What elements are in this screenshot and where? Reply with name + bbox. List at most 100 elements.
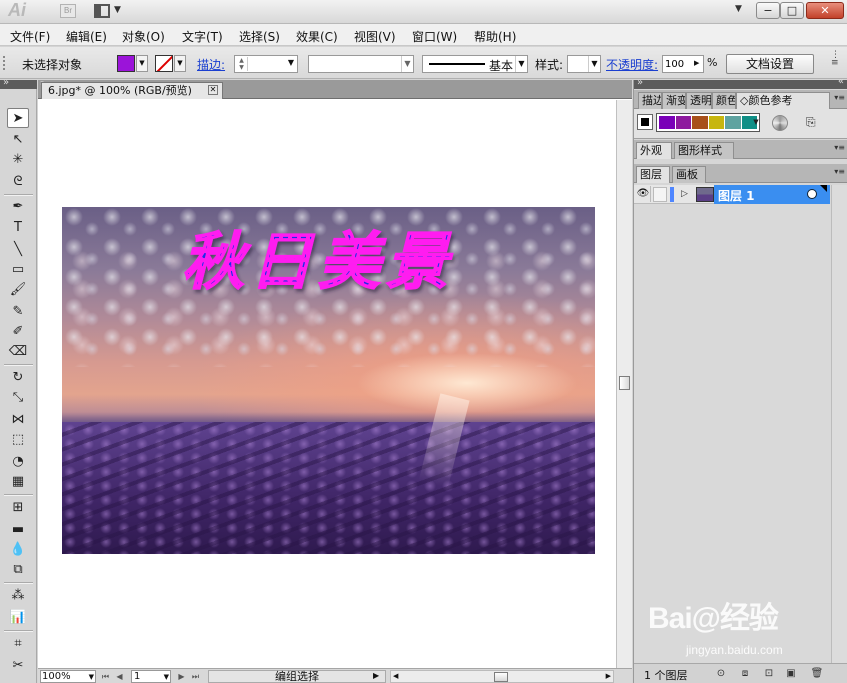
shape-builder-tool-icon[interactable]: ◔	[7, 452, 29, 472]
menu-help[interactable]: 帮助(H)	[474, 28, 516, 45]
layer-name-cell[interactable]: 图层 1	[714, 185, 830, 204]
symbol-sprayer-tool-icon[interactable]: ⁂	[7, 586, 29, 606]
eyedropper-tool-icon[interactable]: 💧	[7, 540, 29, 560]
tab-color[interactable]: 颜色	[712, 92, 736, 109]
create-new-layer-icon[interactable]: ▣	[784, 667, 798, 680]
width-tool-icon[interactable]: ⋈	[7, 410, 29, 430]
menu-type[interactable]: 文字(T)	[182, 28, 223, 45]
menu-file[interactable]: 文件(F)	[10, 28, 50, 45]
type-tool-icon[interactable]: T	[7, 218, 29, 238]
lasso-tool-icon[interactable]: ᘓ	[7, 172, 29, 192]
target-circle-icon[interactable]	[807, 189, 817, 199]
variable-width-profile-select[interactable]: ▼	[308, 55, 414, 73]
chevron-down-icon[interactable]: ▼	[588, 56, 600, 72]
canvas[interactable]: 秋日美景	[38, 100, 616, 668]
horizontal-scroll-thumb[interactable]	[494, 672, 508, 682]
maximize-button[interactable]: □	[780, 2, 804, 19]
pencil-tool-icon[interactable]: ✎	[7, 302, 29, 322]
minimize-button[interactable]: −	[756, 2, 780, 19]
layers-scrollbar[interactable]	[831, 185, 847, 663]
free-transform-tool-icon[interactable]: ⬚	[7, 430, 29, 450]
stroke-panel-link[interactable]: 描边:	[197, 56, 225, 73]
chevron-down-icon[interactable]: ▼	[515, 56, 527, 72]
menu-view[interactable]: 视图(V)	[354, 28, 396, 45]
panel-menu-icon[interactable]: ▾≡	[834, 168, 845, 176]
harmony-swatch[interactable]	[692, 116, 708, 129]
workspace-switcher-button[interactable]: ▼	[735, 4, 742, 14]
paintbrush-tool-icon[interactable]: 🖌	[7, 280, 29, 300]
trash-icon[interactable]: 🗑	[810, 667, 824, 680]
panel-dock-header[interactable]: «	[634, 76, 847, 89]
stroke-color-swatch[interactable]	[155, 55, 173, 72]
blend-tool-icon[interactable]: ⧉	[7, 560, 29, 580]
tab-graphic-styles[interactable]: 图形样式	[674, 142, 734, 159]
opacity-slider-button[interactable]: ▶	[694, 59, 699, 67]
document-tab[interactable]: 6.jpg* @ 100% (RGB/预览) ✕	[41, 82, 223, 99]
brush-definition-select[interactable]: 基本 ▼	[422, 55, 528, 73]
eraser-tool-icon[interactable]: ⌫	[7, 342, 29, 362]
status-menu[interactable]: 编组选择	[208, 670, 386, 683]
fill-color-swatch[interactable]	[117, 55, 135, 72]
status-menu-arrow-icon[interactable]: ▶	[373, 671, 379, 680]
bridge-button[interactable]: Br	[60, 4, 76, 18]
stroke-weight-field[interactable]: ▲ ▼ ▼	[234, 55, 298, 73]
vertical-scroll-thumb[interactable]	[619, 376, 630, 390]
lock-toggle[interactable]	[653, 187, 667, 202]
menu-select[interactable]: 选择(S)	[239, 28, 280, 45]
scroll-left-button[interactable]: ◀	[393, 671, 398, 682]
menu-object[interactable]: 对象(O)	[122, 28, 165, 45]
chevron-down-icon[interactable]: ▼	[89, 672, 94, 683]
placed-image[interactable]: 秋日美景	[62, 207, 595, 554]
last-artboard-button[interactable]: ⏭	[190, 670, 201, 683]
fill-dropdown-button[interactable]: ▼	[136, 55, 148, 72]
tab-artboards[interactable]: 画板	[672, 166, 706, 183]
slice-tool-icon[interactable]: ✂	[7, 656, 29, 676]
chevron-down-icon[interactable]: ▼	[164, 672, 169, 683]
rectangle-tool-icon[interactable]: ▭	[7, 260, 29, 280]
control-bar-menu-icon[interactable]: ⋮ ≡	[831, 51, 840, 68]
tab-gradient[interactable]: 渐变	[662, 92, 686, 109]
close-icon[interactable]: ✕	[208, 85, 218, 95]
artwork-title[interactable]: 秋日美景	[182, 215, 472, 305]
tab-stroke[interactable]: 描边	[638, 92, 662, 109]
expand-triangle-icon[interactable]: ▷	[681, 187, 688, 202]
eye-icon[interactable]: 👁	[636, 186, 651, 202]
document-setup-button[interactable]: 文档设置	[726, 54, 814, 74]
menu-effect[interactable]: 效果(C)	[296, 28, 338, 45]
artboard-number-select[interactable]: 1 ▼	[131, 670, 171, 683]
selection-tool-icon[interactable]: ➤	[7, 108, 29, 128]
zoom-select[interactable]: 100% ▼	[40, 670, 96, 683]
perspective-grid-tool-icon[interactable]: ▦	[7, 472, 29, 492]
grip-handle[interactable]	[3, 56, 7, 70]
scroll-right-button[interactable]: ▶	[606, 671, 611, 682]
harmony-swatch[interactable]	[708, 116, 724, 129]
tab-appearance[interactable]: 外观	[636, 142, 672, 159]
pen-tool-icon[interactable]: ✒	[7, 197, 29, 217]
prev-artboard-button[interactable]: ◀	[114, 670, 125, 683]
tab-layers[interactable]: 图层	[636, 166, 670, 183]
menu-window[interactable]: 窗口(W)	[412, 28, 457, 45]
next-artboard-button[interactable]: ▶	[176, 670, 187, 683]
close-button[interactable]: ✕	[806, 2, 844, 19]
base-color-swatch[interactable]	[637, 114, 653, 130]
tab-transparency[interactable]: 透明	[686, 92, 712, 109]
chevron-down-icon[interactable]: ▼	[401, 56, 413, 72]
harmony-rules-swatches[interactable]	[656, 113, 760, 132]
scale-tool-icon[interactable]: ⤡	[7, 388, 29, 408]
vertical-scrollbar[interactable]	[616, 100, 632, 668]
panel-menu-icon[interactable]: ▾≡	[834, 94, 845, 102]
harmony-swatch[interactable]	[659, 116, 675, 129]
selection-indicator-icon[interactable]	[820, 185, 827, 192]
rotate-tool-icon[interactable]: ↻	[7, 368, 29, 388]
stroke-dropdown-button[interactable]: ▼	[174, 55, 186, 72]
close-icon[interactable]: «	[838, 76, 844, 87]
harmony-swatch[interactable]	[675, 116, 691, 129]
layer-row[interactable]: 👁 ▷ 图层 1	[634, 185, 830, 204]
harmony-rules-dropdown-button[interactable]: ▼	[751, 113, 761, 132]
blob-brush-tool-icon[interactable]: ✐	[7, 322, 29, 342]
save-color-group-icon[interactable]: ⎘	[806, 113, 824, 131]
make-clipping-mask-icon[interactable]: ⧈	[738, 667, 752, 680]
magic-wand-tool-icon[interactable]: ✳	[7, 150, 29, 170]
locate-object-icon[interactable]: ⊙	[714, 667, 728, 680]
graphic-style-select[interactable]: ▼	[567, 55, 601, 73]
